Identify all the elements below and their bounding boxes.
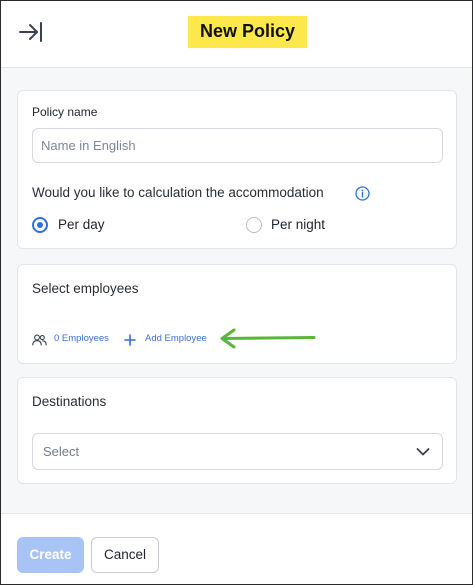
page-title: New Policy — [199, 21, 296, 41]
employee-count-link[interactable]: 0 Employees — [54, 333, 109, 344]
destinations-card: Destinations Select — [17, 377, 457, 484]
per-night-label[interactable]: Per night — [271, 217, 325, 232]
add-employee-link[interactable]: Add Employee — [145, 333, 207, 344]
destinations-title: Destinations — [32, 394, 107, 409]
page-title-highlight: New Policy — [188, 16, 307, 48]
create-button[interactable]: Create — [17, 537, 84, 573]
policy-name-input[interactable] — [32, 128, 443, 163]
panel-footer: Create Cancel — [1, 513, 472, 584]
plus-icon[interactable] — [124, 334, 136, 346]
per-day-label[interactable]: Per day — [58, 217, 105, 232]
new-policy-panel: New Policy Policy name Would you like to… — [0, 0, 473, 585]
per-night-radio[interactable] — [246, 217, 262, 233]
destinations-select-placeholder: Select — [43, 444, 80, 459]
people-icon — [32, 334, 47, 346]
select-employees-card: Select employees 0 Employees Add Employe… — [17, 264, 457, 364]
policy-name-label: Policy name — [32, 105, 98, 119]
info-icon[interactable] — [355, 186, 370, 201]
accommodation-question: Would you like to calculation the accomm… — [32, 185, 324, 200]
cancel-button[interactable]: Cancel — [91, 537, 159, 573]
chevron-down-icon — [416, 448, 430, 456]
panel-header: New Policy — [1, 1, 472, 68]
per-day-radio[interactable] — [32, 217, 48, 233]
destinations-select[interactable]: Select — [32, 433, 443, 470]
annotation-arrow-icon — [220, 328, 316, 349]
policy-details-card: Policy name Would you like to calculatio… — [17, 90, 457, 249]
select-employees-title: Select employees — [32, 281, 139, 296]
collapse-to-right-icon[interactable] — [18, 19, 44, 45]
